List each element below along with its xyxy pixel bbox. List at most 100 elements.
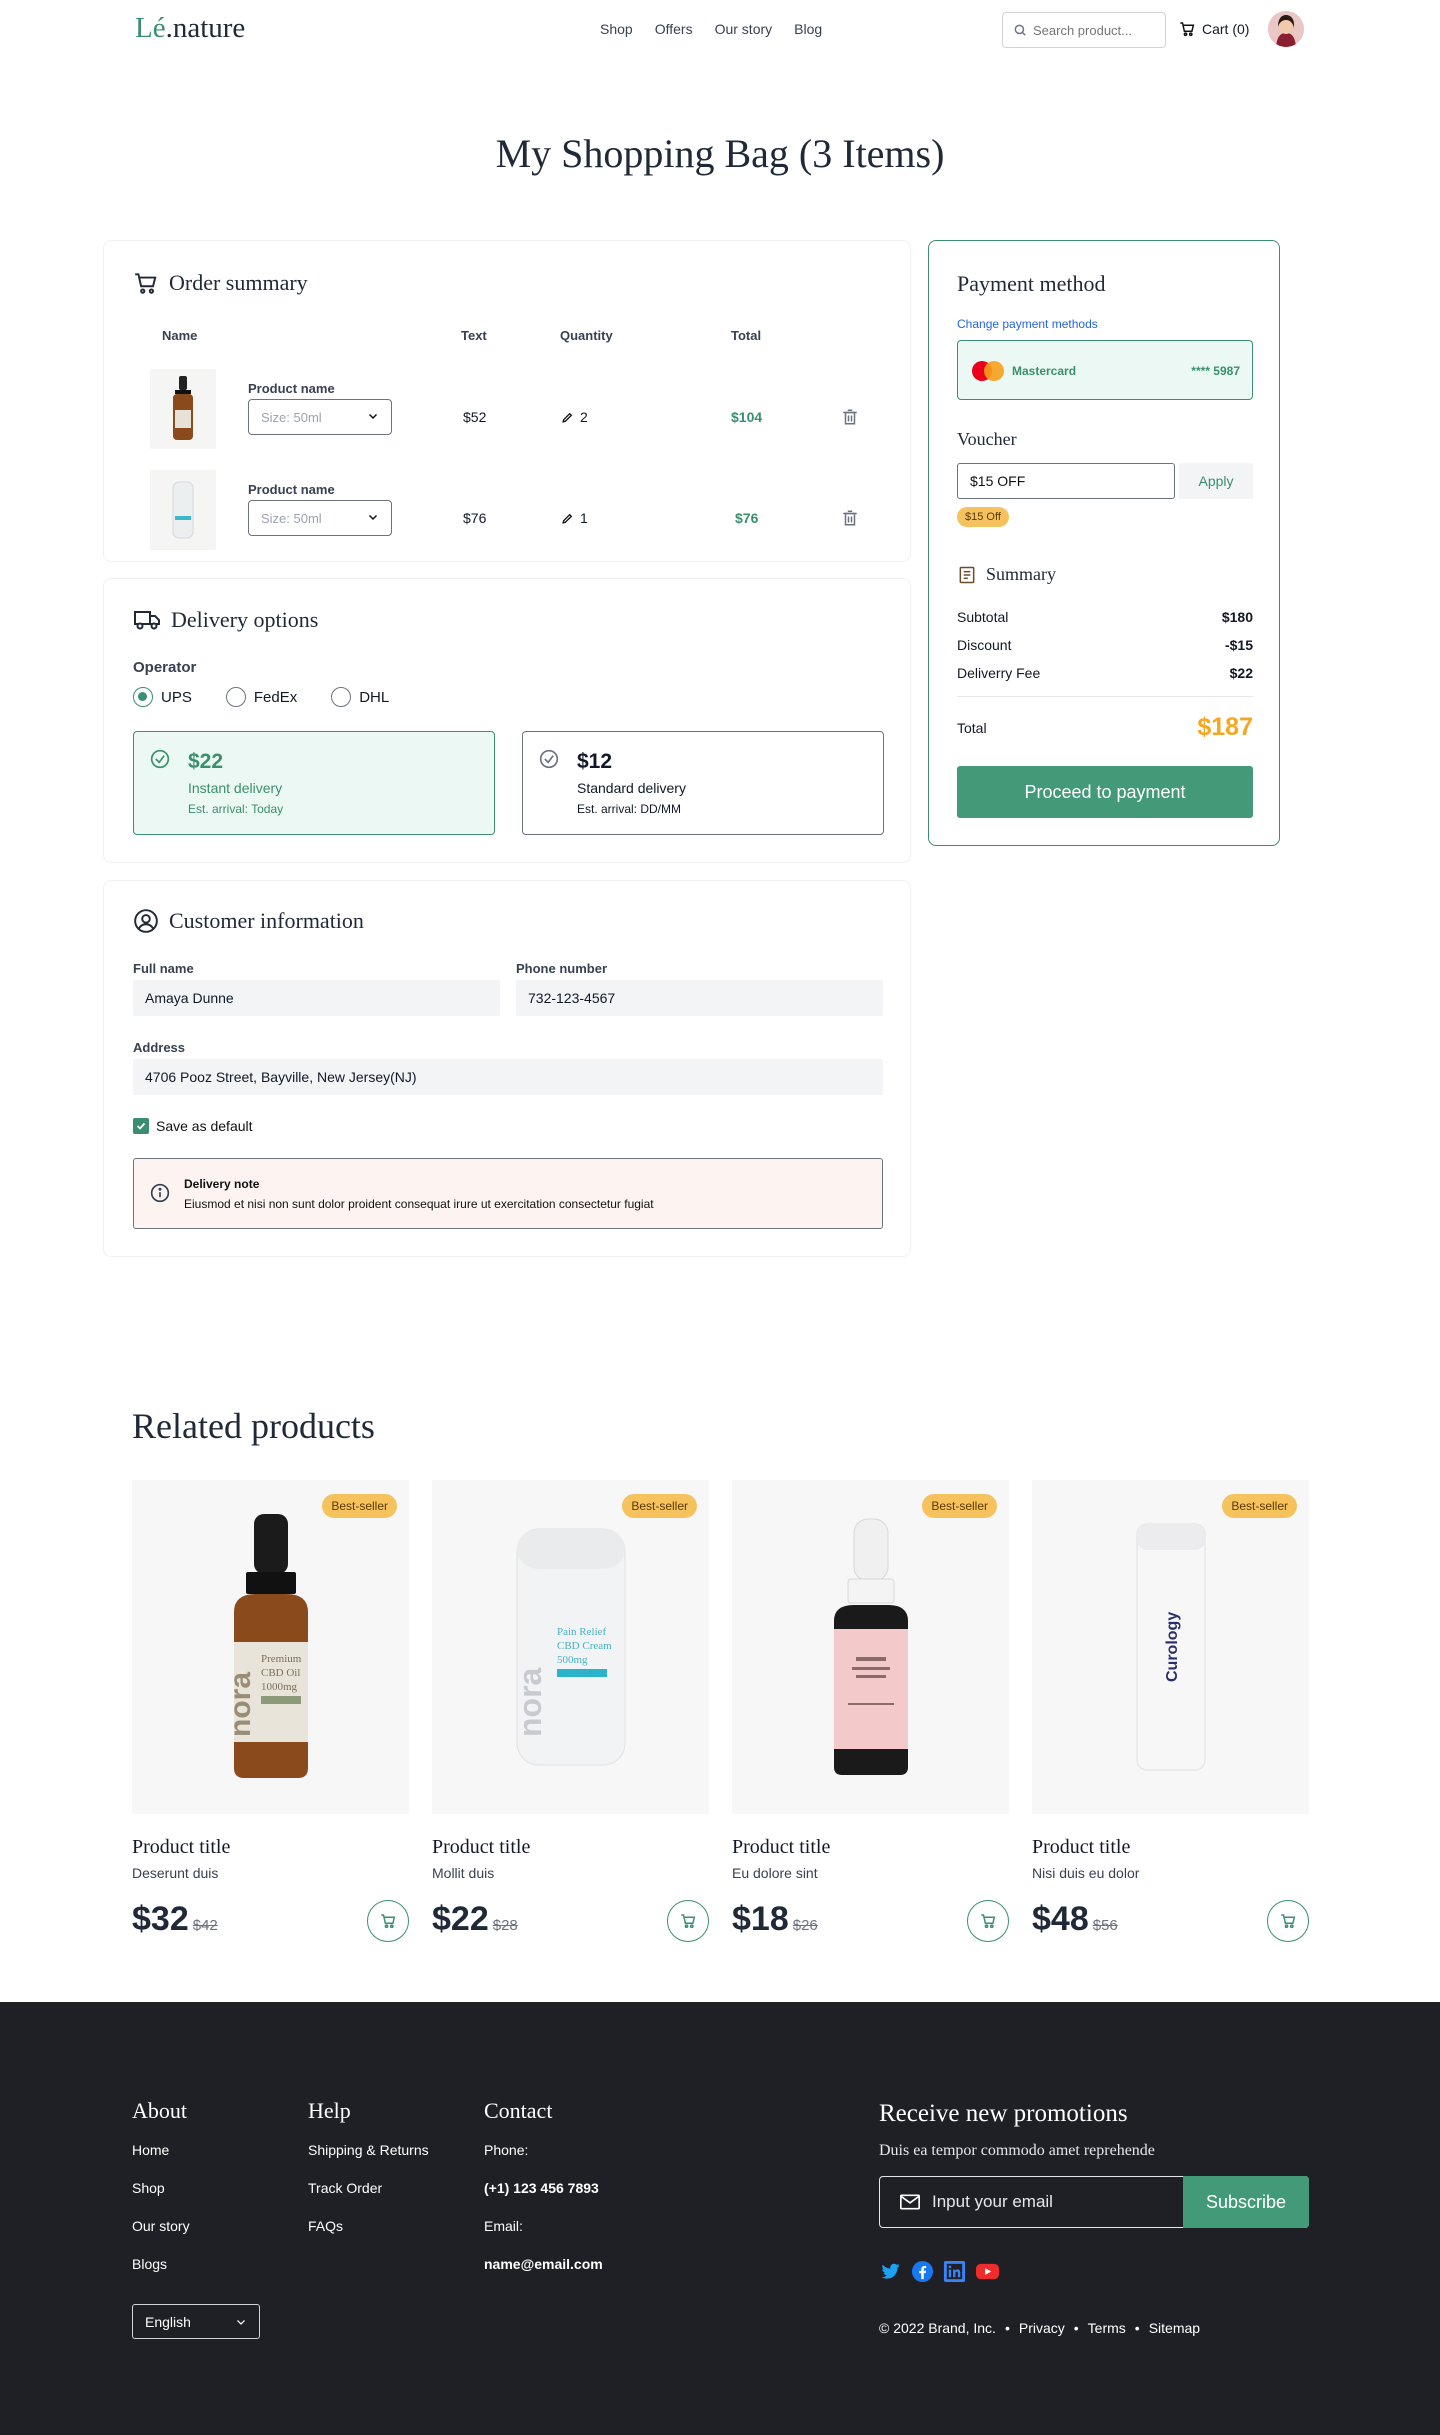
product-name: Product name <box>248 482 335 497</box>
bottle-label-line: CBD Oil <box>261 1667 300 1679</box>
add-to-cart-button[interactable] <box>367 1900 409 1942</box>
footer-link-blogs[interactable]: Blogs <box>132 2256 190 2272</box>
delivery-eta: Est. arrival: Today <box>188 802 284 816</box>
payment-title: Payment method <box>957 271 1106 296</box>
current-price: $22 <box>432 1900 489 1938</box>
save-default-checkbox[interactable]: Save as default <box>133 1118 253 1134</box>
old-price: $26 <box>792 1917 818 1934</box>
add-to-cart-button[interactable] <box>1267 1900 1309 1942</box>
voucher-input[interactable]: $15 OFF <box>957 463 1175 499</box>
radio-dhl[interactable]: DHL <box>331 687 389 707</box>
footer-link-shop[interactable]: Shop <box>132 2180 190 2196</box>
radio-ups[interactable]: UPS <box>133 687 192 707</box>
bestseller-badge: Best-seller <box>622 1494 697 1518</box>
footer-contact: Contact Phone: (+1) 123 456 7893 Email: … <box>484 2098 603 2294</box>
separator-dot: • <box>1134 2320 1140 2336</box>
chevron-down-icon <box>368 514 378 521</box>
social-links <box>879 2260 1000 2283</box>
unit-price: $76 <box>463 510 487 526</box>
footer-link-home[interactable]: Home <box>132 2142 190 2158</box>
delivery-price: $12 <box>577 750 613 773</box>
product-card[interactable]: Best-seller Product title Eu dolore sint… <box>732 1480 1009 1942</box>
email-input-placeholder: Input your email <box>932 2192 1053 2211</box>
radio-label: UPS <box>161 688 192 706</box>
user-avatar[interactable] <box>1268 11 1304 47</box>
address-input[interactable]: 4706 Pooz Street, Bayville, New Jersey(N… <box>133 1059 883 1095</box>
summary-label: Deliverry Fee <box>957 665 1041 681</box>
add-to-cart-button[interactable] <box>667 1900 709 1942</box>
nav-blog[interactable]: Blog <box>794 21 822 37</box>
apply-button[interactable]: Apply <box>1179 463 1253 499</box>
jar-label-line: 500mg <box>557 1654 588 1666</box>
checkbox-checked-icon[interactable] <box>133 1118 149 1134</box>
legal-link-sitemap[interactable]: Sitemap <box>1149 2320 1200 2336</box>
product-image: Best-seller <box>732 1480 1009 1814</box>
radio-button[interactable] <box>133 687 153 707</box>
product-price: $22 $28 <box>432 1900 518 1939</box>
page-title: My Shopping Bag (3 Items) <box>495 131 945 176</box>
change-payment-link[interactable]: Change payment methods <box>957 317 1098 331</box>
product-card[interactable]: Best-seller nora Pain Relief CBD Cream 5… <box>432 1480 709 1942</box>
footer-link-faqs[interactable]: FAQs <box>308 2218 429 2234</box>
size-select[interactable]: Size: 50ml <box>248 500 392 536</box>
proceed-to-payment-button[interactable]: Proceed to payment <box>957 766 1253 818</box>
phone-label: Phone number <box>516 961 608 976</box>
twitter-icon[interactable] <box>879 2260 902 2282</box>
footer-about: About Home Shop Our story Blogs <box>132 2098 190 2294</box>
delivery-option-standard[interactable]: $12 Standard delivery Est. arrival: DD/M… <box>522 731 884 835</box>
cart-link[interactable]: Cart (0) <box>1178 20 1249 38</box>
quantity-editor[interactable]: 2 <box>561 409 588 425</box>
radio-button[interactable] <box>331 687 352 707</box>
search-input[interactable] <box>1033 22 1153 38</box>
contact-phone-value[interactable]: (+1) 123 456 7893 <box>484 2180 603 2196</box>
nav-offers[interactable]: Offers <box>655 21 693 37</box>
card-brand: Mastercard <box>1012 364 1077 378</box>
footer-link-track-order[interactable]: Track Order <box>308 2180 429 2196</box>
language-value: English <box>145 2313 191 2330</box>
summary-label: Discount <box>957 637 1012 653</box>
footer-heading: About <box>132 2098 187 2123</box>
mastercard-icon <box>972 361 1004 381</box>
operator-radio-group: UPS FedEx DHL <box>133 687 389 707</box>
footer-link-our-story[interactable]: Our story <box>132 2218 190 2234</box>
current-price: $32 <box>132 1900 189 1938</box>
facebook-icon[interactable] <box>911 2260 934 2283</box>
address-label: Address <box>133 1040 186 1055</box>
payment-card[interactable]: Mastercard **** 5987 <box>957 340 1253 400</box>
full-name-input[interactable]: Amaya Dunne <box>133 980 500 1016</box>
quantity-editor[interactable]: 1 <box>561 510 588 526</box>
voucher-label: Voucher <box>957 429 1017 449</box>
legal-link-privacy[interactable]: Privacy <box>1019 2320 1065 2336</box>
subscribe-button[interactable]: Subscribe <box>1183 2176 1309 2228</box>
size-select[interactable]: Size: 50ml <box>248 399 392 435</box>
product-price: $32 $42 <box>132 1900 218 1939</box>
receipt-icon <box>959 566 975 583</box>
cart-label: Cart (0) <box>1202 21 1250 37</box>
search-icon <box>1014 24 1026 36</box>
nav-our-story[interactable]: Our story <box>715 21 773 37</box>
delivery-note: Delivery note Eiusmod et nisi non sunt d… <box>133 1158 883 1229</box>
product-card[interactable]: Best-seller Curology Product title Nisi … <box>1032 1480 1309 1942</box>
brand-logo[interactable]: Lé.nature <box>135 12 245 45</box>
related-products-title: Related products <box>132 1406 375 1446</box>
radio-button[interactable] <box>225 687 246 707</box>
main-nav: Shop Offers Our story Blog <box>600 21 822 37</box>
language-select[interactable]: English <box>132 2304 260 2339</box>
product-thumbnail <box>150 369 216 449</box>
nav-shop[interactable]: Shop <box>600 21 633 37</box>
summary-divider <box>957 696 1253 697</box>
delete-button[interactable] <box>841 508 859 531</box>
legal-link-terms[interactable]: Terms <box>1088 2320 1126 2336</box>
youtube-icon[interactable] <box>975 2260 1000 2283</box>
contact-email-value[interactable]: name@email.com <box>484 2256 603 2272</box>
product-title: Product title <box>1032 1836 1131 1858</box>
add-to-cart-button[interactable] <box>967 1900 1009 1942</box>
phone-input[interactable]: 732-123-4567 <box>516 980 883 1016</box>
linkedin-icon[interactable] <box>943 2260 966 2283</box>
delete-button[interactable] <box>841 407 859 430</box>
product-price: $48 $56 <box>1032 1900 1118 1939</box>
footer-link-shipping[interactable]: Shipping & Returns <box>308 2142 429 2158</box>
product-card[interactable]: Best-seller nora Premium CBD Oil 1000mg … <box>132 1480 409 1942</box>
radio-fedex[interactable]: FedEx <box>225 687 297 707</box>
delivery-option-instant[interactable]: $22 Instant delivery Est. arrival: Today <box>133 731 495 835</box>
